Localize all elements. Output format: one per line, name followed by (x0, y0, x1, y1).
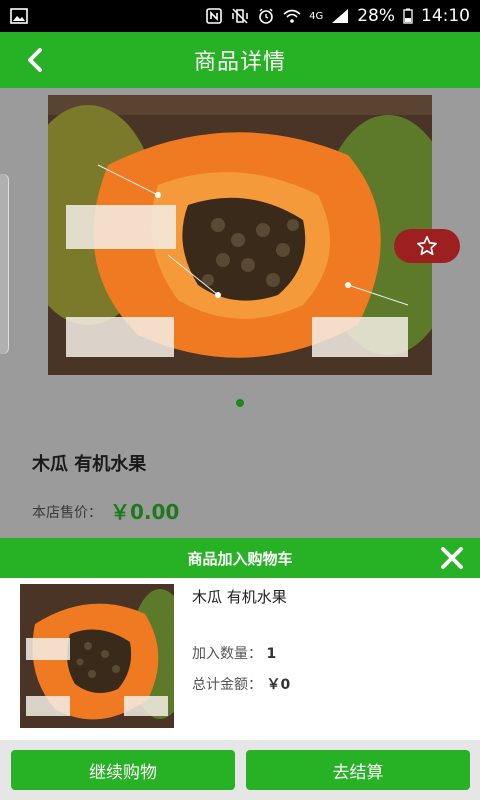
product-name: 木瓜 有机水果 (32, 454, 147, 475)
total-value: ￥0 (266, 677, 291, 693)
cart-panel-body: 木瓜 有机水果 加入数量： 1 总计金额： ￥0 (0, 578, 480, 740)
checkout-button[interactable]: 去结算 (246, 750, 470, 790)
star-icon (417, 236, 437, 256)
papaya-image (48, 95, 432, 375)
side-drawer-handle[interactable] (0, 174, 8, 354)
cart-quantity: 加入数量： 1 (192, 643, 276, 663)
price-label: 本店售价： (32, 505, 102, 521)
signal-icon (332, 9, 349, 23)
app-header: 商品详情 (0, 32, 480, 88)
gallery-notification-icon (10, 8, 28, 24)
carousel-indicator (236, 399, 244, 407)
quantity-label: 加入数量： (192, 646, 262, 662)
cart-panel-footer: 继续购物 去结算 (0, 740, 480, 800)
wifi-icon (283, 9, 301, 23)
cart-item-name: 木瓜 有机水果 (192, 588, 287, 606)
cart-panel-header: 商品加入购物车 (0, 538, 480, 578)
alarm-icon (259, 8, 273, 24)
product-detail-page: 木瓜 有机水果 本店售价： ￥0.00 (0, 88, 480, 538)
vibrate-mute-icon (232, 8, 248, 24)
papaya-thumbnail (20, 584, 174, 728)
product-image-carousel[interactable] (48, 95, 432, 375)
page-title: 商品详情 (193, 50, 286, 75)
battery-icon (403, 8, 413, 24)
nfc-icon (206, 8, 222, 24)
cart-item-thumbnail (20, 584, 174, 728)
clock: 14:10 (421, 6, 470, 26)
cart-total: 总计金额： ￥0 (192, 674, 290, 694)
battery-percent: 28% (357, 6, 395, 26)
network-type: 4G (309, 10, 324, 22)
total-label: 总计金额： (192, 677, 262, 693)
cart-panel-title: 商品加入购物车 (187, 549, 293, 568)
favorite-button[interactable] (394, 229, 460, 263)
continue-shopping-button[interactable]: 继续购物 (11, 750, 235, 790)
quantity-value: 1 (266, 646, 277, 662)
price-value: ￥0.00 (110, 500, 180, 524)
back-button[interactable] (22, 46, 50, 74)
close-icon[interactable] (440, 546, 464, 570)
status-bar: 4G 28% 14:10 (0, 0, 480, 32)
